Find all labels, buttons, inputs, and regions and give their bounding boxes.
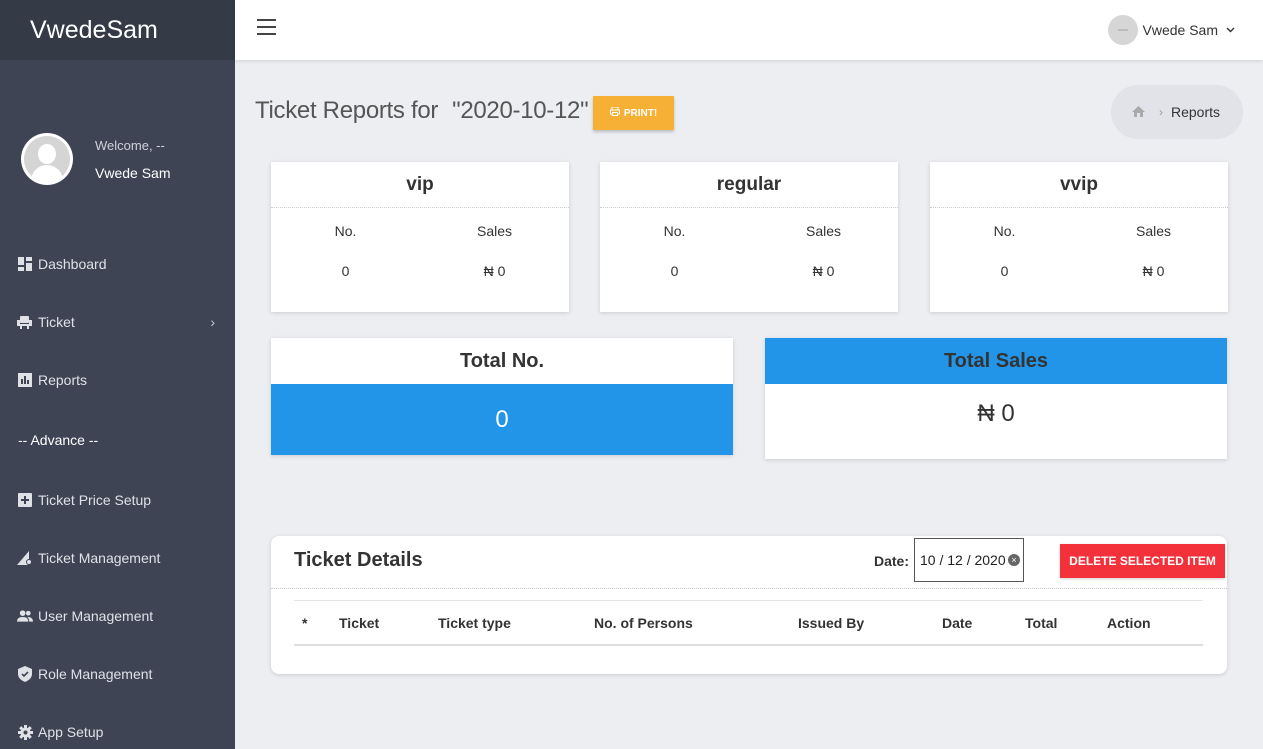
- sidebar-item-label: User Management: [38, 608, 154, 624]
- sidebar-item-label: Reports: [38, 372, 88, 388]
- no-label: No.: [993, 223, 1016, 239]
- vip-card: vip No. Sales 0 ₦ 0: [271, 162, 569, 312]
- sales-label: Sales: [805, 223, 842, 239]
- column-header-total[interactable]: Total: [1025, 615, 1057, 631]
- total-no-title: Total No.: [459, 349, 545, 372]
- shield-icon: [17, 666, 33, 682]
- users-icon: [17, 608, 33, 624]
- column-header-select[interactable]: *: [302, 615, 307, 631]
- sidebar-item-reports[interactable]: Reports: [0, 351, 235, 409]
- breadcrumb-separator-icon: ›: [1159, 105, 1163, 119]
- brand-logo[interactable]: VwedeSam: [0, 0, 235, 60]
- no-value: 0: [670, 263, 679, 279]
- menu-toggle-icon[interactable]: [257, 19, 276, 35]
- vvip-card: vvip No. Sales 0 ₦ 0: [930, 162, 1228, 312]
- price-tag-icon: [17, 492, 33, 508]
- welcome-text: Welcome, --: [95, 137, 165, 153]
- delete-selected-button[interactable]: DELETE SELECTED ITEM: [1060, 544, 1225, 578]
- total-no-card: Total No. 0: [271, 338, 733, 455]
- sidebar-item-user-management[interactable]: User Management: [0, 587, 235, 645]
- sidebar-item-ticket-price-setup[interactable]: Ticket Price Setup: [0, 471, 235, 529]
- print-button[interactable]: PRINT!: [593, 96, 674, 130]
- no-label: No.: [334, 223, 357, 239]
- user-menu[interactable]: Vwede Sam: [1107, 15, 1235, 45]
- page-title: Ticket Reports for "2020-10-12": [255, 97, 589, 125]
- column-header-ticket[interactable]: Ticket: [339, 615, 379, 631]
- column-header-persons[interactable]: No. of Persons: [594, 615, 693, 631]
- sales-label: Sales: [1135, 223, 1172, 239]
- user-profile: Welcome, -- Vwede Sam: [0, 60, 235, 218]
- total-no-value: 0: [271, 384, 733, 455]
- total-sales-card: Total Sales ₦ 0: [765, 338, 1227, 459]
- sales-value: ₦ 0: [1142, 263, 1165, 279]
- sidebar-item-ticket-management[interactable]: Ticket Management: [0, 529, 235, 587]
- clear-icon[interactable]: ×: [1008, 554, 1020, 566]
- page-title-text: Ticket Reports for: [255, 97, 439, 124]
- dashboard-icon: [17, 256, 33, 272]
- no-value: 0: [341, 263, 350, 279]
- ticket-gear-icon: [17, 550, 33, 566]
- ticket-details-panel: Ticket Details Date: 10 / 12 / 2020 × DE…: [271, 536, 1227, 674]
- sidebar-item-dashboard[interactable]: Dashboard: [0, 235, 235, 293]
- sales-label: Sales: [476, 223, 513, 239]
- avatar: [21, 133, 73, 185]
- topbar: Vwede Sam: [235, 0, 1263, 60]
- column-header-action[interactable]: Action: [1107, 615, 1151, 631]
- gear-icon: [17, 724, 33, 740]
- breadcrumb: › Reports: [1111, 85, 1243, 139]
- sidebar-item-label: App Setup: [38, 724, 104, 740]
- print-label: PRINT!: [623, 107, 658, 119]
- column-header-ticket-type[interactable]: Ticket type: [438, 615, 511, 631]
- ticket-table: * Ticket Ticket type No. of Persons Issu…: [294, 600, 1203, 646]
- card-title: vip: [271, 162, 569, 208]
- profile-name: Vwede Sam: [95, 164, 171, 181]
- chevron-right-icon: ›: [210, 314, 215, 330]
- page-title-date: "2020-10-12": [452, 97, 589, 124]
- ticket-details-title: Ticket Details: [294, 549, 423, 571]
- sidebar-item-label: Dashboard: [38, 256, 107, 272]
- avatar: [1107, 15, 1138, 45]
- column-header-issued-by[interactable]: Issued By: [798, 615, 864, 631]
- date-label: Date:: [874, 553, 910, 569]
- sidebar-item-label: Ticket: [38, 314, 75, 330]
- sidebar-section-label: -- Advance --: [18, 432, 99, 448]
- user-menu-name: Vwede Sam: [1142, 22, 1218, 38]
- seat-icon: [17, 314, 33, 330]
- home-icon[interactable]: [1132, 105, 1145, 120]
- column-header-date[interactable]: Date: [942, 615, 972, 631]
- chevron-down-icon: [1226, 25, 1235, 36]
- sidebar-nav: Dashboard Ticket › Reports -- Advance --…: [0, 218, 235, 749]
- sales-value: ₦ 0: [812, 263, 835, 279]
- breadcrumb-current: Reports: [1171, 104, 1221, 120]
- card-title: regular: [600, 162, 898, 208]
- sidebar-item-app-setup[interactable]: App Setup: [0, 703, 235, 749]
- no-label: No.: [663, 223, 686, 239]
- regular-card: regular No. Sales 0 ₦ 0: [600, 162, 898, 312]
- sidebar-item-ticket[interactable]: Ticket ›: [0, 293, 235, 351]
- sidebar-item-label: Ticket Price Setup: [38, 492, 152, 508]
- printer-icon: [609, 106, 620, 119]
- total-sales-value: ₦ 0: [977, 400, 1015, 427]
- sidebar-item-role-management[interactable]: Role Management: [0, 645, 235, 703]
- sales-value: ₦ 0: [483, 263, 506, 279]
- sidebar: VwedeSam Welcome, -- Vwede Sam Dashboard…: [0, 0, 235, 749]
- bar-chart-icon: [17, 372, 33, 388]
- sidebar-item-label: Role Management: [38, 666, 153, 682]
- divider: [271, 588, 1227, 589]
- total-sales-title: Total Sales: [765, 338, 1227, 384]
- card-title: vvip: [930, 162, 1228, 208]
- no-value: 0: [1000, 263, 1009, 279]
- sidebar-item-label: Ticket Management: [38, 550, 161, 566]
- date-input[interactable]: 10 / 12 / 2020 ×: [914, 538, 1024, 582]
- date-value: 10 / 12 / 2020: [920, 552, 1006, 568]
